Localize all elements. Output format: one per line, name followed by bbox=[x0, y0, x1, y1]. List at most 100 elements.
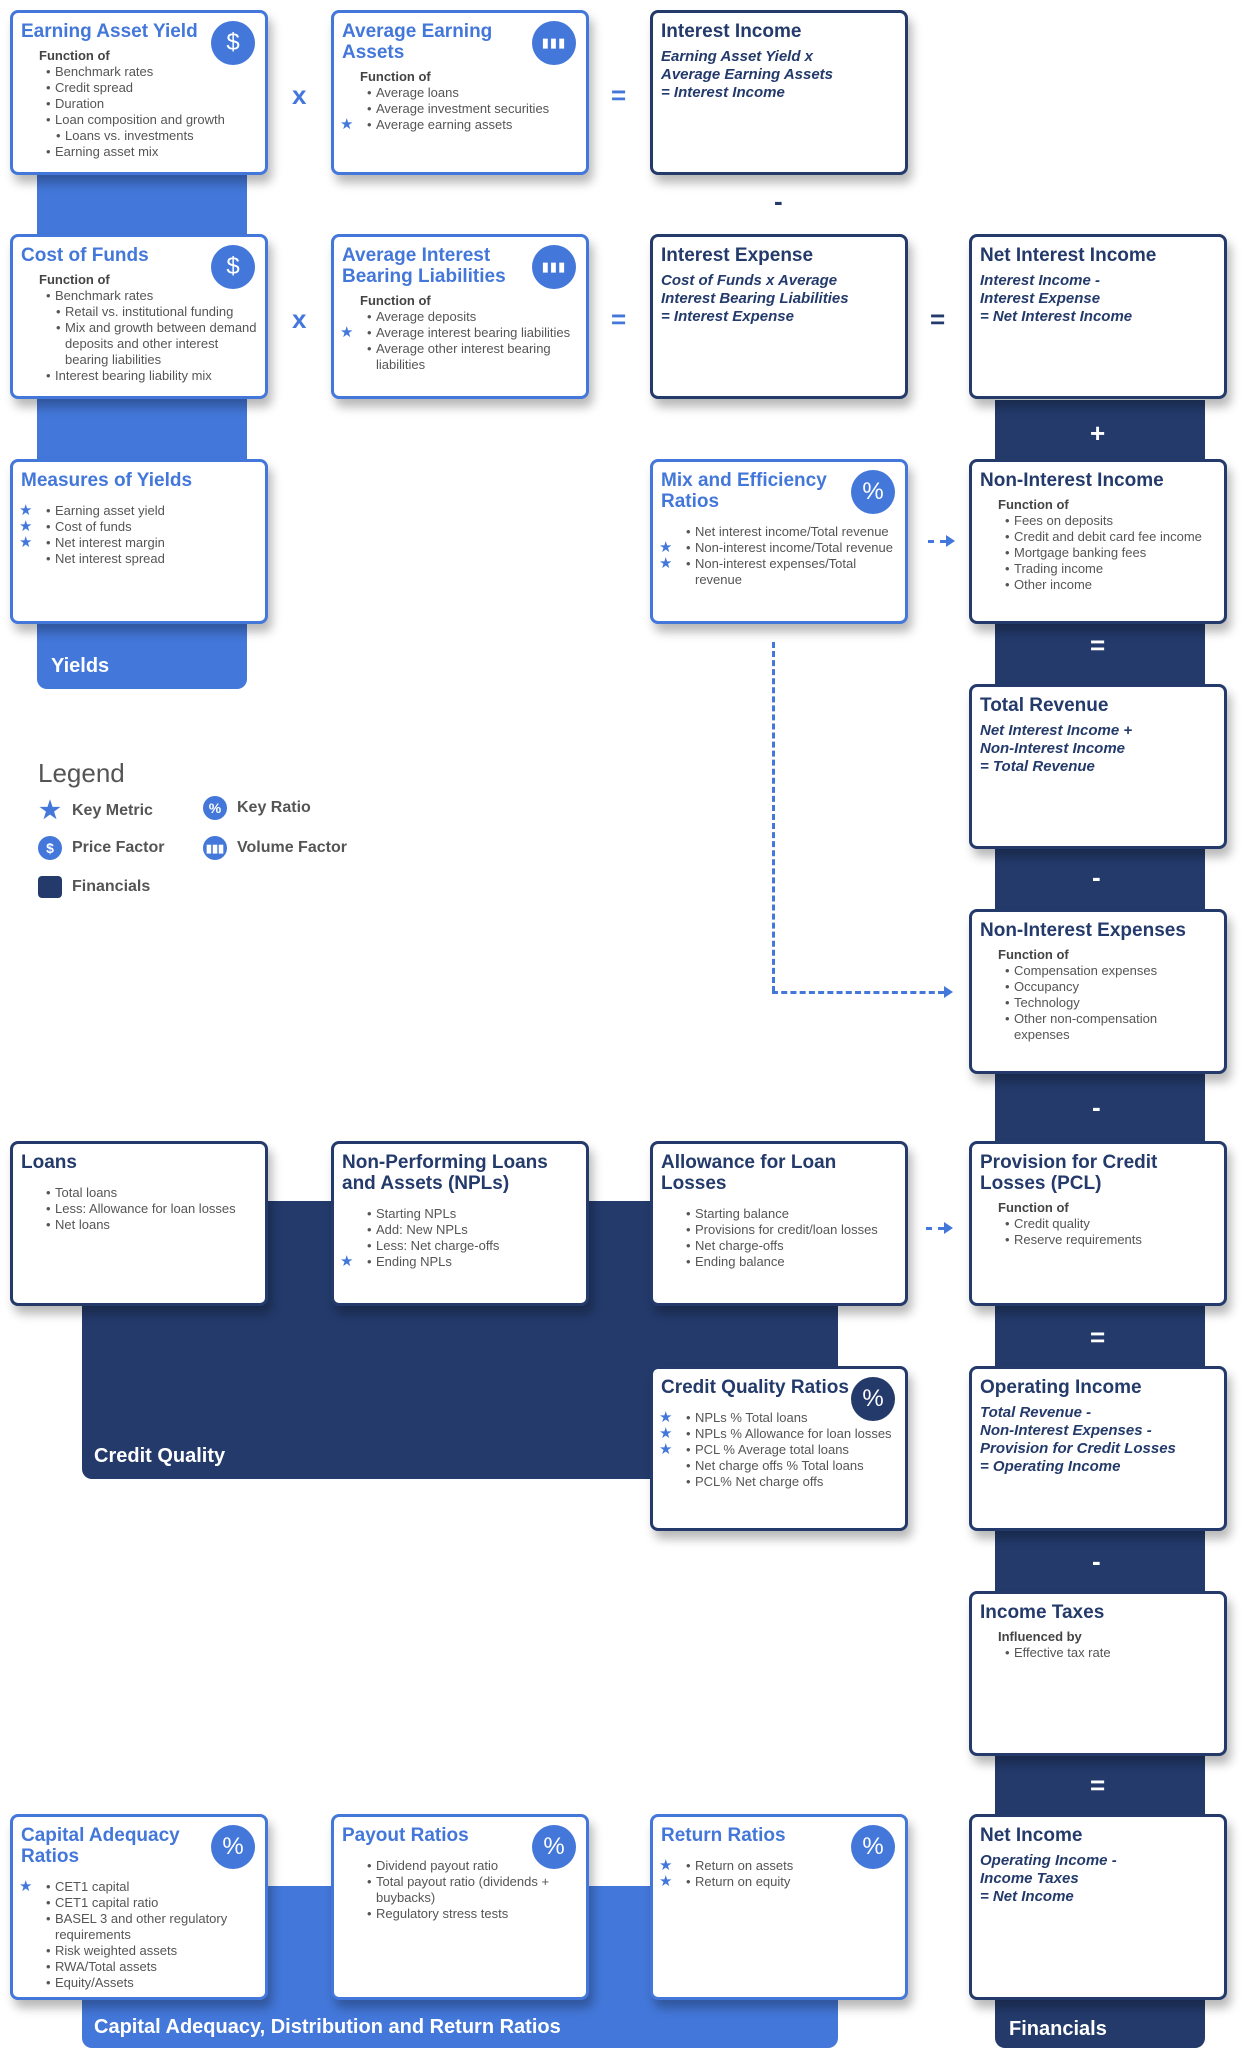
card-total-revenue: Total Revenue Net Interest Income + Non-In… bbox=[969, 684, 1227, 849]
formula-line: Earning Asset Yield x bbox=[661, 48, 813, 65]
arrowhead-icon bbox=[944, 1222, 953, 1234]
card-return-ratios: Return Ratios% ★ • Return on assets ★ • Return… bbox=[650, 1814, 908, 2000]
list-item: • Ending balance bbox=[686, 1254, 785, 1269]
card-list: ★ • Return on assets ★ • Return on equity bbox=[659, 1858, 897, 1890]
card-title: Net Income bbox=[980, 1825, 1083, 1846]
operator-symbol: = bbox=[1090, 1770, 1106, 1800]
list-item: • Loans vs. investments bbox=[56, 128, 194, 143]
star-icon: ★ bbox=[659, 1873, 673, 1890]
list-item: • Starting balance bbox=[686, 1206, 789, 1221]
list-item-text: PCL % Average total loans bbox=[695, 1442, 849, 1457]
card-non-interest-income: Non-Interest Income Function of • Fees on d… bbox=[969, 459, 1227, 624]
card-title: Interest Income bbox=[661, 21, 802, 42]
list-item-text: Other non-compensation expenses bbox=[1014, 1011, 1158, 1042]
list-item: ★ • Non-interest expenses/Total revenue bbox=[659, 555, 857, 588]
list-item-text: Mortgage banking fees bbox=[1014, 545, 1147, 560]
list-item-text: Loans vs. investments bbox=[65, 128, 194, 143]
list-item-text: Credit quality bbox=[1014, 1216, 1090, 1231]
card-title: Income Taxes bbox=[980, 1602, 1105, 1623]
operator-symbol: - bbox=[774, 186, 783, 216]
card-earning-asset-yield: Earning Asset Yield $ Function of • Benchmar… bbox=[10, 10, 268, 175]
yields-band-label: Yields bbox=[51, 655, 110, 677]
list-item-text: Net interest income/Total revenue bbox=[695, 524, 889, 539]
card-title: Total Revenue bbox=[980, 695, 1109, 716]
card-formula: Cost of Funds x Average Interest Bearing … bbox=[661, 272, 897, 326]
list-item: • Less: Net charge-offs bbox=[367, 1238, 500, 1253]
card-interest-expense: Interest Expense Cost of Funds x Average I… bbox=[650, 234, 908, 399]
card-title: Operating Income bbox=[980, 1377, 1142, 1398]
list-item-text: Net charge-offs bbox=[695, 1238, 784, 1253]
list-item: • Net interest income/Total revenue bbox=[686, 524, 889, 539]
list-item: • Benchmark rates bbox=[46, 288, 154, 303]
card-list: • Credit quality • Reserve requirements bbox=[980, 1216, 1216, 1248]
list-item-text: Return on assets bbox=[695, 1858, 794, 1873]
list-item: • Risk weighted assets bbox=[46, 1943, 178, 1958]
card-capital-adequacy-ratios: Capital Adequacy Ratios% ★ • CET1 capital • C… bbox=[10, 1814, 268, 2000]
list-item-text: Mix and growth between demand deposits a… bbox=[65, 320, 257, 367]
list-item: ★ • Non-interest income/Total revenue bbox=[659, 539, 893, 556]
list-item: • Mortgage banking fees bbox=[1005, 545, 1147, 560]
list-item-text: Occupancy bbox=[1014, 979, 1080, 994]
operator-symbol: - bbox=[1092, 1546, 1101, 1576]
card-list: • Average deposits ★ • Average interest bear… bbox=[340, 309, 578, 373]
percent-icon: % bbox=[851, 470, 895, 514]
list-item: • Credit spread bbox=[46, 80, 134, 95]
card-list: • Effective tax rate bbox=[980, 1645, 1216, 1661]
list-item-text: Average loans bbox=[376, 85, 459, 100]
list-item-text: Other income bbox=[1014, 577, 1093, 592]
card-loans: Loans • Total loans • Less: Allowance for lo… bbox=[10, 1141, 268, 1306]
star-icon: ★ bbox=[19, 1878, 33, 1895]
list-item-text: Retail vs. institutional funding bbox=[65, 304, 234, 319]
list-item-text: Total loans bbox=[55, 1185, 118, 1200]
formula-line: Net Interest Income + bbox=[980, 722, 1133, 739]
formula-line: Interest Bearing Liabilities bbox=[661, 290, 849, 307]
operator-symbol: x bbox=[292, 80, 307, 110]
list-item: • Other income bbox=[1005, 577, 1093, 592]
list-item: ★ • Ending NPLs bbox=[340, 1253, 452, 1270]
card-title: Loans bbox=[21, 1152, 77, 1173]
card-title: Net Interest Income bbox=[980, 245, 1157, 266]
list-item: • Average deposits bbox=[367, 309, 477, 324]
list-item: • Less: Allowance for loan losses bbox=[46, 1201, 236, 1216]
card-subheading: Function of bbox=[360, 69, 431, 84]
formula-line: = Operating Income bbox=[980, 1458, 1121, 1475]
operator-symbol: = bbox=[1090, 630, 1106, 660]
list-item: • BASEL 3 and other regulatory requiremen… bbox=[46, 1911, 228, 1942]
dashed-line-mix-to-expenses-horizontal bbox=[772, 991, 944, 994]
list-item: • Reserve requirements bbox=[1005, 1232, 1142, 1247]
dollar-icon: $ bbox=[38, 836, 62, 860]
list-item-text: Return on equity bbox=[695, 1874, 791, 1889]
legend: Legend ★ Key Metric % Key Ratio $ Price … bbox=[38, 758, 347, 898]
card-title: Average Interest Bearing Liabilities bbox=[342, 245, 506, 287]
legend-key-metric: ★ Key Metric bbox=[38, 796, 153, 825]
dashed-arrow-mix-to-noninterest bbox=[928, 540, 946, 543]
list-item: • Fees on deposits bbox=[1005, 513, 1114, 528]
list-item-text: Ending balance bbox=[695, 1254, 785, 1269]
legend-label: Price Factor bbox=[72, 839, 165, 856]
card-non-performing-loans-and-assets-npls: Non-Performing Loans and Assets (NPLs) • S… bbox=[331, 1141, 589, 1306]
list-item: ★ • Net interest margin bbox=[19, 534, 165, 551]
card-title: Provision for Credit Losses (PCL) bbox=[980, 1152, 1158, 1194]
list-item: ★ • Average earning assets bbox=[340, 116, 513, 133]
card-list: • Benchmark rates • Credit spread • Duration •… bbox=[21, 64, 257, 160]
formula-line: = Interest Income bbox=[661, 84, 785, 101]
card-subheading: Function of bbox=[998, 497, 1069, 512]
list-item-text: Duration bbox=[55, 96, 105, 111]
list-item: ★ • PCL % Average total loans bbox=[659, 1441, 849, 1458]
list-item-text: Fees on deposits bbox=[1014, 513, 1114, 528]
list-item-text: Starting balance bbox=[695, 1206, 789, 1221]
list-item-text: Risk weighted assets bbox=[55, 1943, 178, 1958]
card-subheading: Function of bbox=[360, 293, 431, 308]
card-title: Interest Expense bbox=[661, 245, 814, 266]
card-income-taxes: Income Taxes Influenced by • Effective tax … bbox=[969, 1591, 1227, 1756]
operator-symbol: - bbox=[1092, 862, 1101, 892]
card-formula: Total Revenue - Non-Interest Expenses - Pr… bbox=[980, 1404, 1216, 1476]
list-item-text: BASEL 3 and other regulatory requirement… bbox=[55, 1911, 228, 1942]
card-title: Return Ratios bbox=[661, 1825, 786, 1846]
star-icon: ★ bbox=[19, 534, 33, 551]
list-item: • Dividend payout ratio bbox=[367, 1858, 499, 1873]
list-item-text: Cost of funds bbox=[55, 519, 132, 534]
arrowhead-icon bbox=[946, 535, 955, 547]
financials-swatch bbox=[38, 876, 62, 898]
list-item-text: Average earning assets bbox=[376, 117, 513, 132]
